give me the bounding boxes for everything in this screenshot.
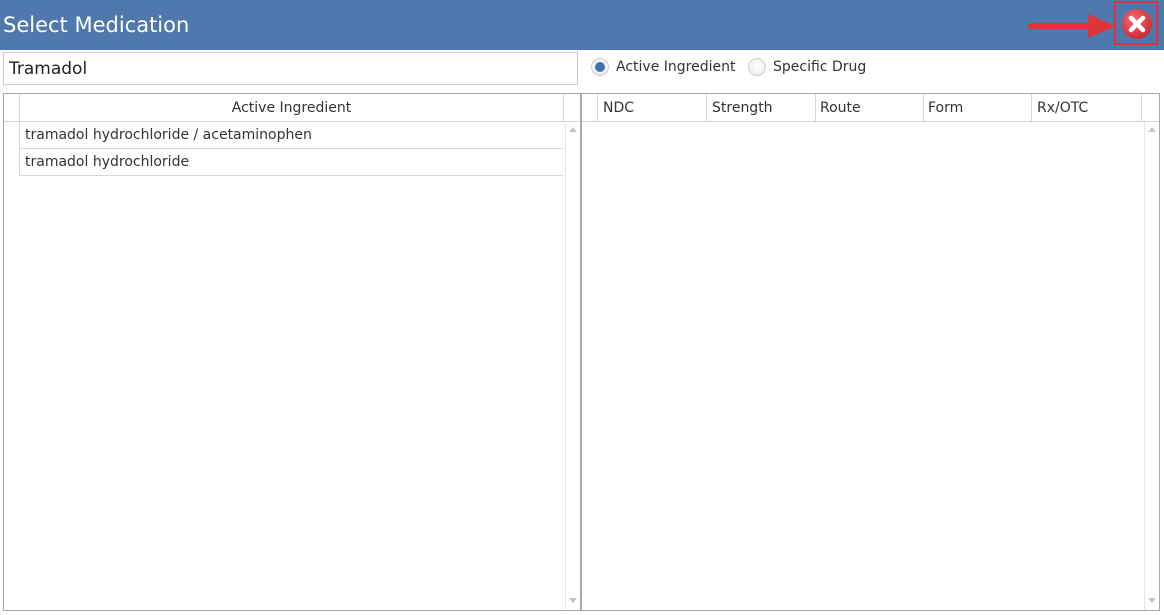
scrollbar-header — [1142, 94, 1159, 122]
radio-selected-icon — [591, 58, 609, 76]
drugs-scrollbar[interactable] — [1144, 122, 1158, 610]
scroll-down-icon[interactable] — [569, 598, 577, 603]
ingredients-grid: Active Ingredient tramadol hydrochloride… — [3, 93, 581, 611]
column-header-active-ingredient[interactable]: Active Ingredient — [20, 94, 564, 122]
search-input[interactable] — [3, 52, 578, 85]
row-selector-header — [4, 94, 20, 122]
scroll-up-icon[interactable] — [569, 127, 577, 132]
scroll-down-icon[interactable] — [1148, 598, 1156, 603]
column-header-strength[interactable]: Strength — [707, 94, 816, 122]
active-ingredient-radio[interactable]: Active Ingredient — [591, 58, 735, 76]
specific-drug-radio[interactable]: Specific Drug — [748, 58, 866, 76]
row-selector-header — [582, 94, 598, 122]
specific-drug-label: Specific Drug — [773, 59, 867, 75]
arrow-right-icon — [1028, 14, 1116, 38]
close-icon[interactable] — [1121, 8, 1153, 40]
ingredients-scrollbar[interactable] — [565, 122, 579, 610]
active-ingredient-label: Active Ingredient — [616, 59, 736, 75]
column-header-ndc[interactable]: NDC — [598, 94, 707, 122]
radio-unselected-icon — [748, 58, 766, 76]
drugs-grid: NDC Strength Route Form Rx/OTC — [581, 93, 1160, 611]
column-header-form[interactable]: Form — [924, 94, 1032, 122]
column-header-route[interactable]: Route — [816, 94, 924, 122]
select-medication-dialog: Select Medication Active Ingredient Spec… — [0, 0, 1164, 615]
title-bar: Select Medication — [0, 0, 1164, 50]
column-header-rx-otc[interactable]: Rx/OTC — [1032, 94, 1142, 122]
scrollbar-header — [564, 94, 580, 122]
scroll-up-icon[interactable] — [1148, 127, 1156, 132]
dialog-title: Select Medication — [3, 13, 190, 37]
ingredient-row[interactable]: tramadol hydrochloride / acetaminophen — [19, 122, 563, 149]
ingredient-row[interactable]: tramadol hydrochloride — [19, 149, 563, 176]
